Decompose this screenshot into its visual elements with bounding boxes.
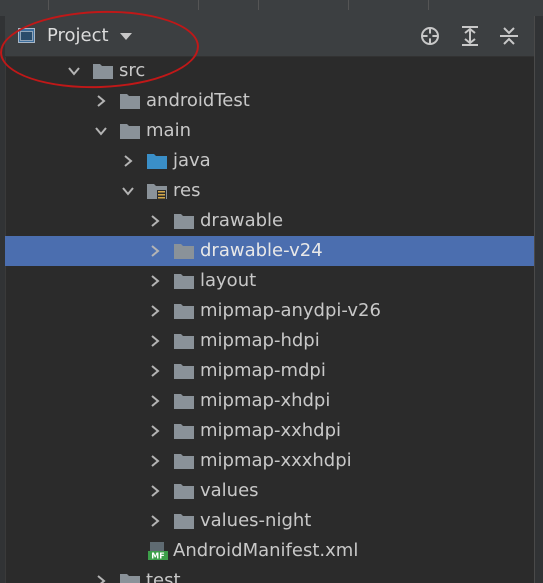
tree-item-label: mipmap-xxhdpi <box>200 420 342 441</box>
tree-row[interactable]: test <box>5 566 534 583</box>
chevron-down-icon[interactable] <box>121 184 135 198</box>
chevron-right-icon[interactable] <box>148 364 162 378</box>
tree-row[interactable]: drawable <box>5 206 534 236</box>
chevron-down-icon[interactable] <box>94 124 108 138</box>
chevron-right-icon[interactable] <box>148 394 162 408</box>
expand-all-icon[interactable] <box>459 25 481 47</box>
locate-target-icon[interactable] <box>419 25 441 47</box>
chevron-right-icon[interactable] <box>148 274 162 288</box>
tab-fragment <box>240 0 259 10</box>
tree-row[interactable]: src <box>5 56 534 86</box>
chevron-right-icon[interactable] <box>148 334 162 348</box>
tree-item-label: values-night <box>200 510 312 531</box>
tree-row[interactable]: androidTest <box>5 86 534 116</box>
source-folder-icon <box>147 154 167 169</box>
tree-item-label: java <box>173 150 211 171</box>
chevron-right-icon[interactable] <box>148 514 162 528</box>
tree-row[interactable]: mipmap-xhdpi <box>5 386 534 416</box>
chevron-down-icon[interactable] <box>67 64 81 78</box>
tree-item-label: androidTest <box>146 90 250 111</box>
chevron-right-icon[interactable] <box>148 244 162 258</box>
tree-item-label: mipmap-hdpi <box>200 330 320 351</box>
project-window-icon <box>18 28 35 43</box>
manifest-badge: MF <box>151 552 164 561</box>
tree-row[interactable]: main <box>5 116 534 146</box>
folder-icon <box>120 574 140 583</box>
folder-icon <box>174 304 194 319</box>
folder-icon <box>174 334 194 349</box>
tab-fragment <box>410 0 429 10</box>
tree-row[interactable]: values-night <box>5 506 534 536</box>
tree-item-label: values <box>200 480 259 501</box>
chevron-right-icon[interactable] <box>148 424 162 438</box>
folder-icon <box>174 394 194 409</box>
folder-icon <box>174 364 194 379</box>
tree-item-label: drawable-v24 <box>200 240 323 261</box>
tree-row[interactable]: res <box>5 176 534 206</box>
folder-icon <box>174 514 194 529</box>
resource-folder-icon <box>147 184 167 199</box>
tree-row[interactable]: mipmap-xxxhdpi <box>5 446 534 476</box>
tree-item-label: drawable <box>200 210 284 231</box>
tree-item-label: mipmap-xhdpi <box>200 390 331 411</box>
folder-icon <box>174 244 194 259</box>
editor-tab-strip <box>0 0 543 16</box>
chevron-right-icon[interactable] <box>148 214 162 228</box>
tree-row[interactable]: values <box>5 476 534 506</box>
chevron-right-icon[interactable] <box>94 574 108 583</box>
tree-item-label: src <box>119 60 146 81</box>
folder-icon <box>174 484 194 499</box>
tree-item-label: main <box>146 120 191 141</box>
tree-item-label: AndroidManifest.xml <box>173 540 359 561</box>
project-view-selector[interactable]: Project <box>47 25 109 47</box>
tree-item-label: mipmap-xxxhdpi <box>200 450 352 471</box>
tree-item-label: test <box>146 570 181 583</box>
tree-item-label: mipmap-anydpi-v26 <box>200 300 381 321</box>
project-panel-header: Project <box>5 16 534 57</box>
tab-fragment <box>330 0 349 10</box>
folder-icon <box>174 424 194 439</box>
folder-icon <box>93 64 113 79</box>
tree-row[interactable]: drawable-v24 <box>5 236 534 266</box>
chevron-right-icon[interactable] <box>121 154 135 168</box>
chevron-right-icon[interactable] <box>148 484 162 498</box>
chevron-down-icon[interactable] <box>119 32 133 42</box>
tree-row[interactable]: mipmap-hdpi <box>5 326 534 356</box>
right-edge-panel <box>534 16 543 583</box>
folder-icon <box>120 94 140 109</box>
project-tree[interactable]: src androidTest main java res drawable drawabl… <box>5 56 534 583</box>
tree-row[interactable]: layout <box>5 266 534 296</box>
tree-row[interactable]: mipmap-anydpi-v26 <box>5 296 534 326</box>
tree-row[interactable]: java <box>5 146 534 176</box>
tree-row[interactable]: mipmap-mdpi <box>5 356 534 386</box>
chevron-right-icon[interactable] <box>148 454 162 468</box>
collapse-all-icon[interactable] <box>498 25 520 47</box>
tree-row[interactable]: mipmap-xxhdpi <box>5 416 534 446</box>
folder-icon <box>120 124 140 139</box>
tree-item-label: layout <box>200 270 257 291</box>
folder-icon <box>174 454 194 469</box>
tab-fragment <box>180 0 199 10</box>
manifest-file-icon: MF <box>148 542 168 561</box>
tree-item-label: res <box>173 180 201 201</box>
chevron-right-icon[interactable] <box>148 304 162 318</box>
folder-icon <box>174 214 194 229</box>
chevron-right-icon[interactable] <box>94 94 108 108</box>
tree-item-label: mipmap-mdpi <box>200 360 326 381</box>
tab-fragment <box>30 0 49 10</box>
tree-row[interactable]: MF AndroidManifest.xml <box>5 536 534 566</box>
folder-icon <box>174 274 194 289</box>
